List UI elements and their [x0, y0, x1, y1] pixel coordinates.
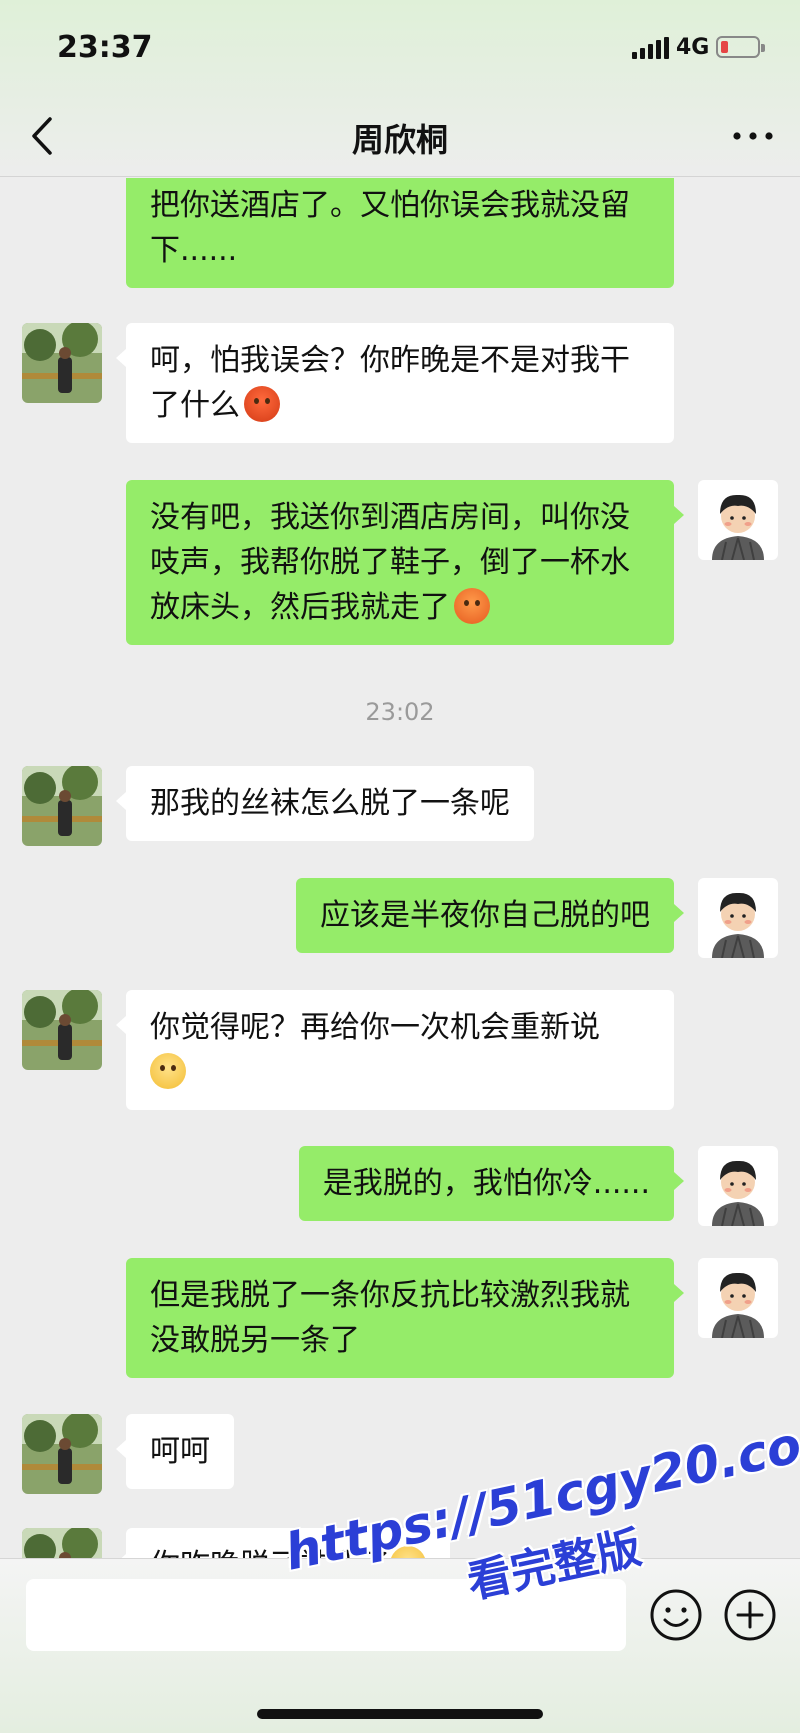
message-text: 应该是半夜你自己脱的吧: [320, 898, 650, 933]
contact-avatar[interactable]: [22, 323, 102, 403]
message-bubble-incoming[interactable]: 那我的丝袜怎么脱了一条呢: [116, 766, 534, 841]
more-functions-button[interactable]: [722, 1587, 778, 1643]
home-indicator: [257, 1709, 543, 1719]
signal-icon: [632, 37, 669, 59]
message-bubble-outgoing[interactable]: 是我脱的，我怕你冷......: [298, 1146, 685, 1221]
battery-icon: [716, 36, 765, 58]
my-avatar[interactable]: [698, 480, 778, 560]
contact-avatar[interactable]: [22, 1414, 102, 1494]
my-avatar[interactable]: [698, 1146, 778, 1226]
emoji-button[interactable]: [648, 1587, 704, 1643]
input-bar: [0, 1558, 800, 1733]
message-text: 没有吧，我送你到酒店房间，叫你没吱声，我帮你脱了鞋子，倒了一杯水放床头，然后我就…: [150, 500, 630, 625]
chevron-left-icon: [32, 117, 52, 155]
message-text: 但是我脱了一条你反抗比较激烈我就没敢脱另一条了: [150, 1278, 630, 1358]
smile-face-icon: [150, 1053, 186, 1089]
message-text: 把你送酒店了。又怕你误会我就没留下......: [150, 188, 630, 268]
network-type: 4G: [676, 35, 710, 60]
message-text: 呵呵: [150, 1434, 210, 1469]
my-avatar[interactable]: [698, 1258, 778, 1338]
message-bubble-incoming[interactable]: 你昨晚脱了袜我了: [116, 1528, 450, 1558]
more-button[interactable]: [728, 113, 778, 159]
chat-area[interactable]: 把你送酒店了。又怕你误会我就没留下...... 呵，怕我误会？你昨晚是不是对我干…: [0, 178, 800, 1558]
chat-title: 周欣桐: [351, 121, 448, 159]
message-text: 你昨晚脱了袜我了: [150, 1548, 390, 1558]
message-timestamp: 23:02: [365, 698, 435, 726]
message-bubble-outgoing[interactable]: 没有吧，我送你到酒店房间，叫你没吱声，我帮你脱了鞋子，倒了一杯水放床头，然后我就…: [126, 480, 684, 645]
sweat-face-icon: [454, 588, 490, 624]
plus-icon: [724, 1589, 776, 1641]
message-text: 是我脱的，我怕你冷......: [322, 1166, 650, 1201]
message-bubble-incoming[interactable]: 呵，怕我误会？你昨晚是不是对我干了什么: [116, 323, 674, 443]
status-bar: 23:37 4G: [0, 0, 800, 95]
nav-bar: 周欣桐: [0, 95, 800, 177]
back-button[interactable]: [22, 113, 68, 159]
angry-face-icon: [244, 386, 280, 422]
message-bubble-outgoing[interactable]: 但是我脱了一条你反抗比较激烈我就没敢脱另一条了: [126, 1258, 684, 1378]
more-icon: [733, 132, 773, 140]
message-bubble-outgoing[interactable]: 应该是半夜你自己脱的吧: [296, 878, 684, 953]
contact-avatar[interactable]: [22, 1528, 102, 1558]
my-avatar[interactable]: [698, 878, 778, 958]
message-bubble-outgoing[interactable]: 把你送酒店了。又怕你误会我就没留下......: [126, 178, 674, 288]
message-text: 你觉得呢？再给你一次机会重新说: [150, 1010, 600, 1045]
message-text: 那我的丝袜怎么脱了一条呢: [150, 786, 510, 821]
message-bubble-incoming[interactable]: 你觉得呢？再给你一次机会重新说: [116, 990, 674, 1110]
message-text: 呵，怕我误会？你昨晚是不是对我干了什么: [150, 343, 630, 423]
emoji-icon: [650, 1589, 702, 1641]
message-input[interactable]: [26, 1579, 626, 1651]
contact-avatar[interactable]: [22, 766, 102, 846]
status-time: 23:37: [57, 30, 153, 65]
contact-avatar[interactable]: [22, 990, 102, 1070]
message-bubble-incoming[interactable]: 呵呵: [116, 1414, 234, 1489]
smile-face-icon: [390, 1546, 426, 1558]
